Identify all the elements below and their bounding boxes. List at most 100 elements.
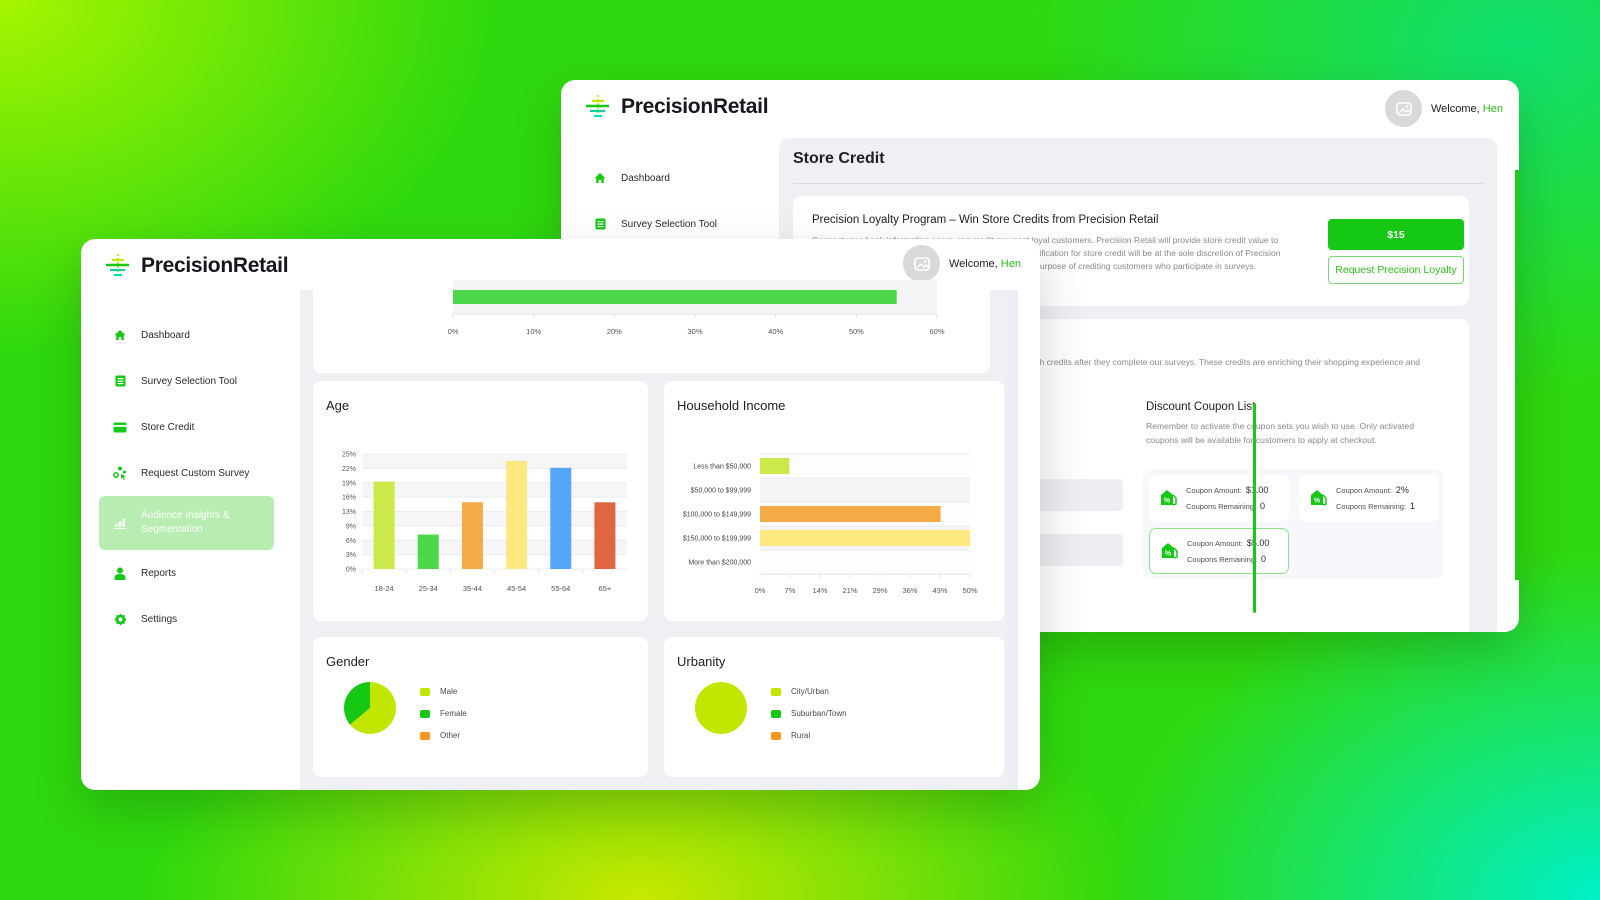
- coupon-amount: $5.00: [1246, 538, 1270, 548]
- x-tick-label: 7%: [785, 586, 796, 595]
- sidebar-item-label: Settings: [141, 613, 178, 625]
- coupon-amount: $1.00: [1245, 485, 1269, 495]
- logo-icon: [106, 254, 129, 278]
- legend-item[interactable]: Female: [420, 709, 467, 718]
- x-tick-label: 50%: [849, 327, 864, 336]
- sidebar-item-request-custom-survey[interactable]: Request Custom Survey: [99, 450, 274, 496]
- gear-icon: [113, 612, 127, 626]
- image-placeholder-icon: [1395, 101, 1412, 116]
- pie-slice-City/Urban: [695, 682, 747, 734]
- coupon-item[interactable]: % Coupon Amount: 2% Coupons Remaining: 1: [1299, 475, 1439, 521]
- x-tick-label: 55-64: [551, 584, 570, 593]
- legend-swatch: [420, 709, 430, 718]
- partial-bar-chart: 0% 10% 20% 30% 40% 50% 60%: [448, 280, 945, 336]
- chart-legend: Male Female Other: [420, 687, 467, 740]
- legend-swatch: [420, 687, 430, 696]
- avatar[interactable]: [1385, 90, 1422, 127]
- user-name: Hen: [1482, 102, 1503, 115]
- legend-item[interactable]: Suburban/Town: [771, 709, 847, 718]
- chart-panel-partial: 0% 10% 20% 30% 40% 50% 60%: [313, 280, 990, 373]
- brand-logo[interactable]: PrecisionRetail: [103, 251, 289, 281]
- grid-band: [362, 540, 627, 555]
- bar: [760, 530, 970, 546]
- legend-label: Male: [440, 687, 458, 696]
- x-tick-label: 30%: [687, 327, 702, 336]
- legend-item[interactable]: City/Urban: [771, 687, 847, 696]
- y-tick-label: 9%: [346, 523, 356, 530]
- credit-value-button[interactable]: $15: [1328, 219, 1464, 250]
- sidebar-item-settings[interactable]: Settings: [99, 596, 274, 642]
- coupon-list-title: Discount Coupon List: [1146, 401, 1256, 413]
- grid-band: [362, 511, 627, 526]
- y-tick-label: 25%: [342, 452, 356, 459]
- y-tick-label: 19%: [342, 480, 356, 487]
- user-menu[interactable]: Welcome, Hen: [1385, 90, 1503, 127]
- coupon-item-active[interactable]: % Coupon Amount: $5.00 Coupons Remaining: 0: [1149, 528, 1289, 574]
- request-loyalty-button[interactable]: Request Precision Loyalty: [1328, 256, 1464, 284]
- clipboard-list-icon: [593, 217, 607, 231]
- x-tick-label: 43%: [932, 586, 947, 595]
- x-tick-label: 60%: [929, 327, 944, 336]
- sidebar-item-dashboard[interactable]: Dashboard: [579, 155, 754, 201]
- home-icon: [113, 328, 127, 342]
- sidebar-item-store-credit[interactable]: Store Credit: [99, 404, 274, 450]
- x-tick-label: 50%: [962, 586, 977, 595]
- y-tick-label: 13%: [342, 509, 356, 516]
- legend-swatch: [771, 687, 781, 696]
- gender-chart-panel: Gender Male Female Other: [313, 637, 648, 777]
- user-name: Hen: [1000, 257, 1021, 270]
- user-menu[interactable]: Welcome, Hen: [903, 245, 1021, 282]
- row-band: [760, 550, 970, 574]
- scrollbar[interactable]: [1006, 290, 1018, 790]
- brand-logo[interactable]: PrecisionRetail: [583, 92, 769, 122]
- y-tick-label: $100,000 to $149,999: [683, 512, 751, 519]
- urbanity-chart-panel: Urbanity City/Urban Suburban/Town Rural: [664, 637, 1004, 777]
- sidebar-item-reports[interactable]: Reports: [99, 550, 274, 596]
- scroll-indicator[interactable]: [1253, 403, 1256, 613]
- age-bar-chart: 0% 3% 6% 9% 13% 16% 19% 22% 25% 18-24 25-34 35-44 45…: [342, 452, 627, 593]
- coupon-item[interactable]: % Coupon Amount: $1.00 Coupons Remaining: 0: [1149, 475, 1289, 521]
- scrollbar[interactable]: [1515, 170, 1519, 580]
- home-icon: [593, 171, 607, 185]
- chart-legend: City/Urban Suburban/Town Rural: [771, 687, 847, 740]
- coupon-list-description: Remember to activate the coupon sets you…: [1146, 421, 1414, 445]
- legend-item[interactable]: Male: [420, 687, 467, 696]
- coupon-amount: 2%: [1395, 485, 1409, 495]
- household-income-chart-panel: Household Income Less than $50,000 $50,00…: [664, 381, 1004, 621]
- welcome-text: Welcome, Hen: [1431, 102, 1503, 115]
- sidebar-item-audience-insights[interactable]: Audience Insights & Segmentation: [99, 496, 274, 550]
- discount-tag-icon: %: [1311, 490, 1327, 506]
- row-band: [760, 478, 970, 502]
- legend-label: Suburban/Town: [791, 709, 847, 718]
- y-tick-label: 3%: [346, 552, 356, 559]
- grid-band: [362, 454, 627, 469]
- sidebar-item-label: Store Credit: [141, 421, 195, 433]
- gender-pie-chart: [344, 682, 396, 734]
- svg-text:%: %: [1164, 498, 1171, 505]
- x-tick-label: 21%: [842, 586, 857, 595]
- x-tick-label: 18-24: [374, 584, 393, 593]
- age-chart-panel: Age 0% 3% 6% 9% 13% 16% 19% 22% 25% 18-24 25-34 35-…: [313, 381, 648, 621]
- row-band: [760, 454, 970, 478]
- bar-55-64: [550, 467, 572, 569]
- x-tick-label: 35-44: [463, 584, 482, 593]
- sidebar-item-survey-selection-tool[interactable]: Survey Selection Tool: [99, 358, 274, 404]
- top-bar: PrecisionRetail Welcome, Hen: [561, 80, 1519, 138]
- x-tick-label: 25-34: [419, 584, 438, 593]
- bar-45-54: [506, 460, 528, 569]
- image-placeholder-icon: [913, 256, 930, 271]
- avatar[interactable]: [903, 245, 940, 282]
- logo-icon: [586, 95, 609, 119]
- sidebar-item-label: Survey Selection Tool: [141, 375, 237, 387]
- x-tick-label: 45-54: [507, 584, 526, 593]
- x-tick-label: 14%: [812, 586, 827, 595]
- legend-item[interactable]: Rural: [771, 731, 847, 740]
- legend-item[interactable]: Other: [420, 731, 467, 740]
- sidebar-item-label: Request Custom Survey: [141, 467, 250, 479]
- clipboard-list-icon: [113, 374, 127, 388]
- sidebar-nav: Dashboard Survey Selection Tool Store Cr…: [99, 312, 274, 642]
- credit-card-icon: [113, 420, 127, 434]
- chart-title: Age: [326, 398, 350, 413]
- sidebar-item-dashboard[interactable]: Dashboard: [99, 312, 274, 358]
- legend-label: Other: [440, 731, 461, 740]
